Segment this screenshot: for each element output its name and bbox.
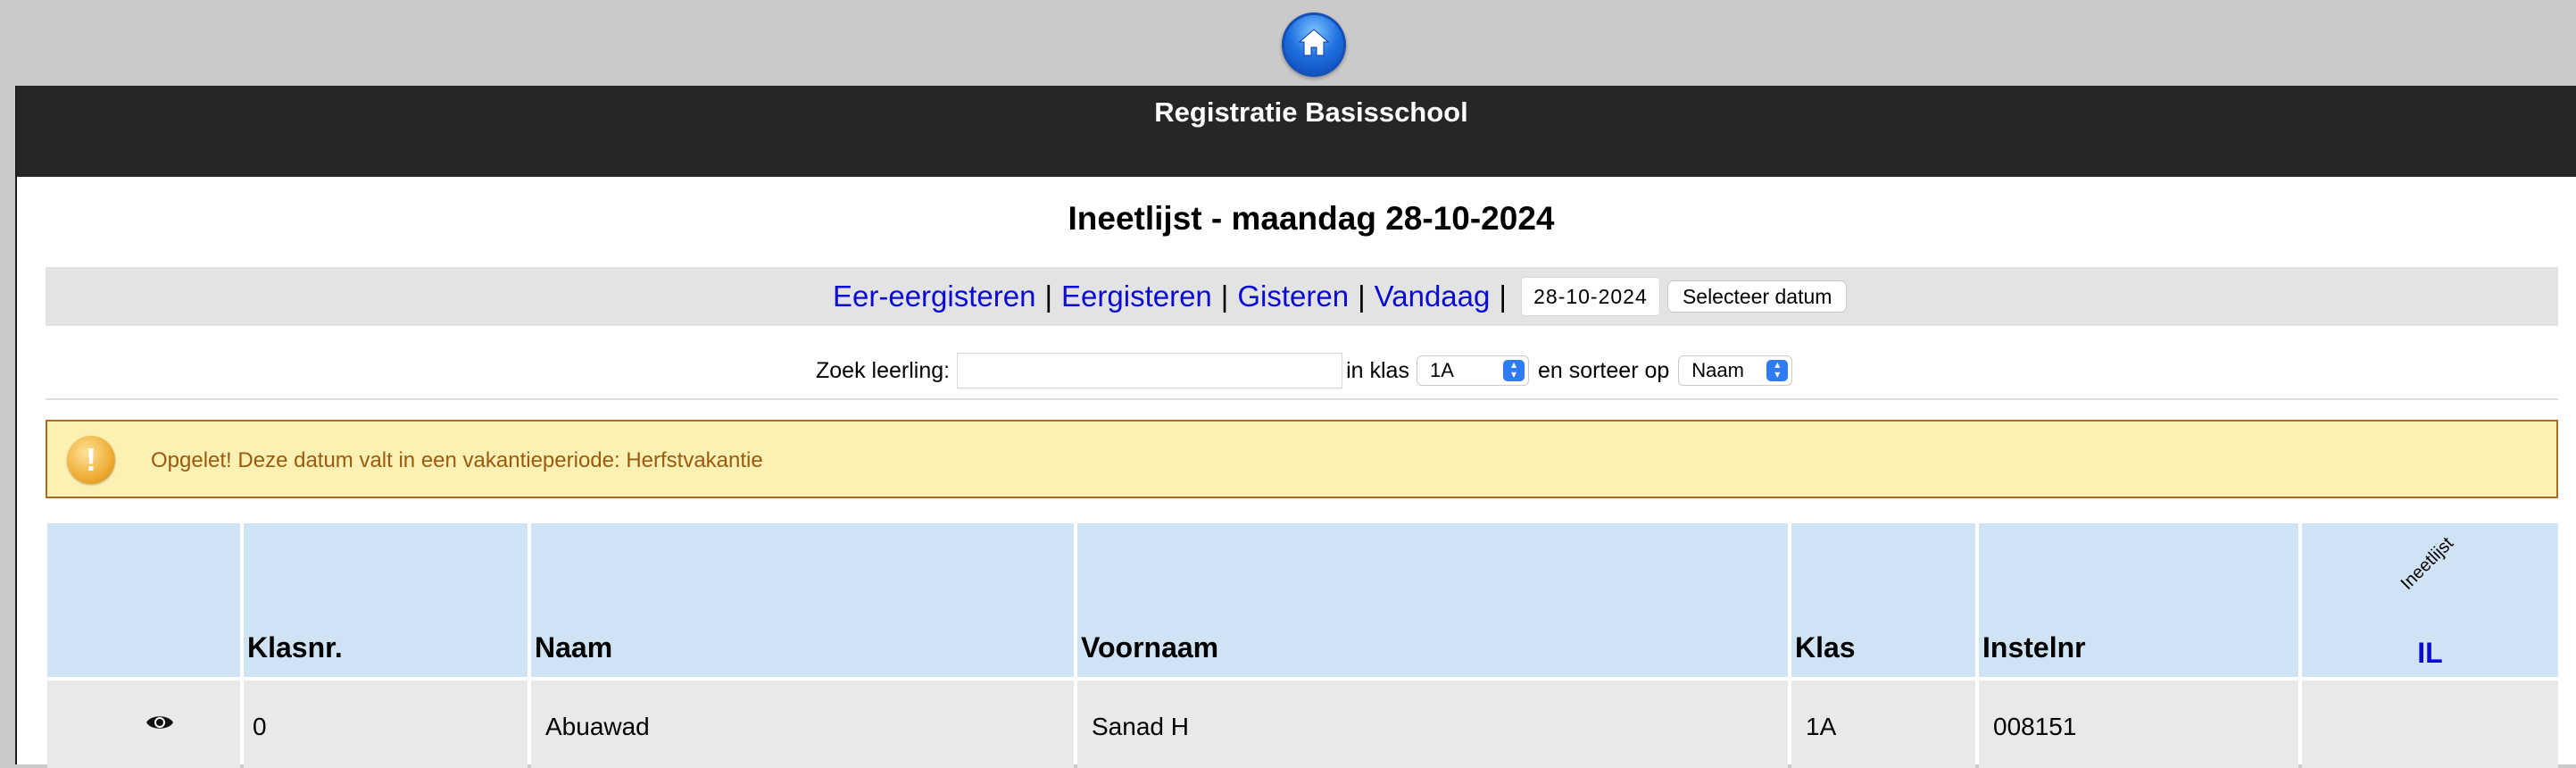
row-cell-icon	[47, 680, 240, 768]
il-rotated-label: Ineetlijst	[2397, 533, 2458, 594]
top-toolbar	[0, 0, 2576, 86]
header-cell-klas[interactable]: Klas	[1791, 523, 1975, 677]
header-cell-voornaam[interactable]: Voornaam	[1077, 523, 1788, 677]
header-cell-icon	[47, 523, 240, 677]
header-cell-il[interactable]: Ineetlijst IL	[2302, 523, 2558, 677]
alert-text: Opgelet! Deze datum valt in een vakantie…	[151, 448, 763, 472]
link-gisteren[interactable]: Gisteren	[1237, 280, 1349, 313]
sort-select-value: Naam	[1691, 359, 1744, 381]
row-cell-naam: Abuawad	[531, 680, 1074, 768]
link-eer-eergisteren[interactable]: Eer-eergisteren	[833, 280, 1035, 313]
app-frame: Registratie Basisschool Ineetlijst - maa…	[15, 86, 2576, 768]
header-cell-instelnr[interactable]: Instelnr	[1979, 523, 2298, 677]
select-date-button[interactable]: Selecteer datum	[1666, 280, 1848, 313]
home-icon	[1298, 29, 1330, 56]
holiday-alert: ! Opgelet! Deze datum valt in een vakant…	[46, 420, 2558, 498]
header-cell-klasnr[interactable]: Klasnr.	[244, 523, 528, 677]
link-vandaag[interactable]: Vandaag	[1375, 280, 1491, 313]
select-stepper-icon: ▴ ▾	[1502, 359, 1525, 381]
search-input[interactable]	[957, 353, 1343, 388]
sort-label: en sorteer op	[1537, 357, 1670, 383]
class-select[interactable]: 1A ▴ ▾	[1416, 355, 1529, 386]
class-select-value: 1A	[1429, 359, 1454, 381]
app-header: Registratie Basisschool	[17, 86, 2576, 177]
row-cell-voornaam: Sanad H	[1077, 680, 1788, 768]
divider	[46, 398, 2558, 400]
header-cell-naam[interactable]: Naam	[531, 523, 1074, 677]
separator: |	[1044, 280, 1053, 313]
search-row: Zoek leerling: in klas 1A ▴ ▾ en sorteer …	[816, 352, 1793, 389]
separator: |	[1358, 280, 1366, 313]
eye-icon[interactable]	[145, 713, 174, 732]
date-input[interactable]: 28-10-2024	[1520, 277, 1660, 316]
class-label: in klas	[1346, 357, 1409, 383]
table-row: 0 Abuawad Sanad H 1A 008151	[47, 680, 2558, 768]
search-label: Zoek leerling:	[816, 357, 951, 383]
select-stepper-icon: ▴ ▾	[1766, 359, 1789, 381]
row-cell-klasnr: 0	[244, 680, 528, 768]
table-header: Klasnr. Naam Voornaam Klas Instelnr Inee…	[47, 523, 2558, 677]
row-cell-klas: 1A	[1791, 680, 1975, 768]
separator: |	[1499, 280, 1507, 313]
separator: |	[1220, 280, 1229, 313]
attendance-table: Klasnr. Naam Voornaam Klas Instelnr Inee…	[47, 523, 2558, 768]
app-title: Registratie Basisschool	[1154, 96, 1468, 128]
warning-icon: !	[67, 436, 115, 484]
sort-select[interactable]: Naam ▴ ▾	[1678, 355, 1793, 386]
date-navigation-bar: Eer-eergisteren | Eergisteren | Gisteren…	[46, 267, 2558, 326]
row-cell-il[interactable]	[2302, 680, 2558, 768]
il-label[interactable]: IL	[2302, 637, 2558, 670]
page-title: Ineetlijst - maandag 28-10-2024	[1068, 200, 1555, 237]
home-button[interactable]	[1282, 13, 1346, 77]
link-eergisteren[interactable]: Eergisteren	[1061, 280, 1212, 313]
row-cell-instelnr: 008151	[1979, 680, 2298, 768]
